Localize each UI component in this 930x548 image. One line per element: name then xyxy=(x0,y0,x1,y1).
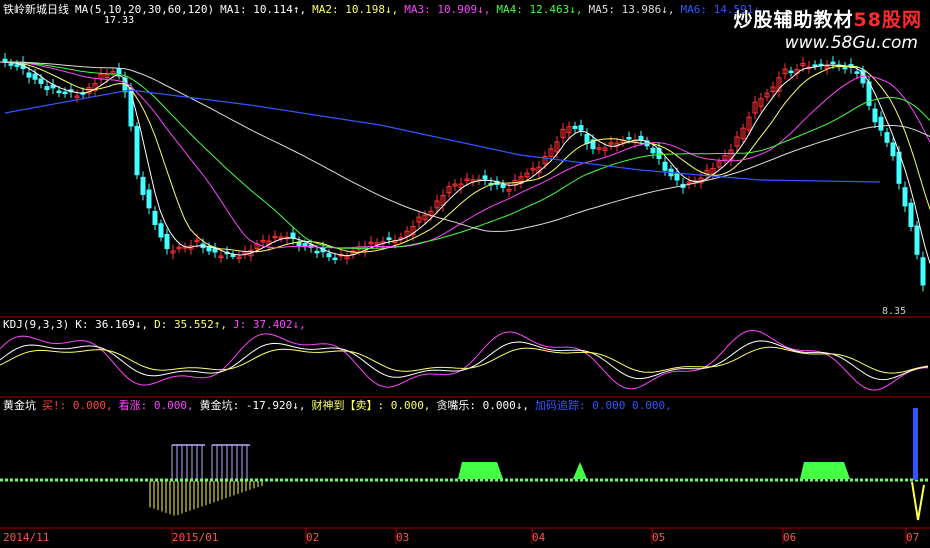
kdj-j-line xyxy=(0,329,929,391)
watermark-url: www.58Gu.com xyxy=(784,33,918,53)
indicator-values: 买!: 0.000, 看涨: 0.000, 黄金坑: -17.920↓, 财神到【卖】… xyxy=(42,399,678,412)
candle-body xyxy=(332,257,338,261)
candle-body xyxy=(134,126,140,176)
candle-body xyxy=(386,237,392,240)
ma-item-4: MA5: 13.986↓, xyxy=(588,3,675,16)
stock-chart-canvas[interactable]: 铁岭新城日线 MA(5,10,20,30,60,120) MA1: 10.114↑,… xyxy=(0,0,930,544)
candle-body xyxy=(230,254,236,257)
candle-body xyxy=(674,173,680,181)
sell-signal-block xyxy=(458,462,503,479)
candle-body xyxy=(14,64,20,67)
chart-svg[interactable] xyxy=(0,0,930,544)
candle-body xyxy=(914,225,920,255)
low-price-marker: 8.35 xyxy=(882,306,907,317)
candle-body xyxy=(482,175,488,180)
indicator-item-1: 看涨: 0.000, xyxy=(118,399,194,412)
x-axis-label: 07 xyxy=(906,531,920,544)
candle-body xyxy=(44,86,50,91)
kdj-item-2: J: 37.402↓, xyxy=(232,318,306,331)
candle-body xyxy=(290,232,296,239)
candle-body xyxy=(152,210,158,225)
candle-body xyxy=(890,142,896,157)
candle-body xyxy=(572,125,578,129)
candle-body xyxy=(296,241,302,246)
candle-body xyxy=(854,71,860,74)
candle-body xyxy=(626,137,632,140)
candle-body xyxy=(140,176,146,195)
candle-body xyxy=(116,68,122,75)
kdj-d-line xyxy=(0,346,929,374)
candle-body xyxy=(788,70,794,74)
ma-params: MA(5,10,20,30,60,120) xyxy=(75,3,215,16)
x-axis-label: 2015/01 xyxy=(172,531,219,544)
candle-body xyxy=(584,134,590,144)
candle-body xyxy=(32,73,38,80)
kdj-item-0: K: 36.169↓, xyxy=(75,318,149,331)
x-axis-label: 05 xyxy=(652,531,666,544)
golden-pit-tail xyxy=(911,481,925,521)
ma-item-2: MA3: 10.909↓, xyxy=(404,3,491,16)
candle-body xyxy=(164,233,170,250)
candle-body xyxy=(158,223,164,238)
candle-body xyxy=(884,132,890,143)
kdj-k-line xyxy=(0,340,929,381)
kdj-values: K: 36.169↓, D: 35.552↑, J: 37.402↓, xyxy=(75,318,312,331)
candle-body xyxy=(56,90,62,94)
high-price-marker: 17.33 xyxy=(104,15,135,26)
kdj-header: KDJ(9,3,3) K: 36.169↓, D: 35.552↑, J: 37.40… xyxy=(3,318,318,331)
x-axis-label: 02 xyxy=(306,531,320,544)
ma-values: MA1: 10.114↑, MA2: 10.198↓, MA3: 10.909↓, M… xyxy=(220,3,773,16)
candle-body xyxy=(650,147,656,154)
sell-signal-block xyxy=(573,462,587,479)
candle-body xyxy=(908,202,914,228)
x-axis-label: 2014/11 xyxy=(3,531,50,544)
kdj-item-1: D: 35.552↑, xyxy=(154,318,227,331)
x-axis-label: 04 xyxy=(532,531,546,544)
indicator-title: 黄金坑 xyxy=(3,399,36,412)
candle-body xyxy=(902,187,908,207)
candle-body xyxy=(842,66,848,70)
candle-body xyxy=(638,135,644,141)
x-axis-label: 03 xyxy=(396,531,410,544)
indicator-item-2: 黄金坑: -17.920↓, xyxy=(199,399,306,412)
tracking-signal-bar xyxy=(913,408,918,480)
candle-body xyxy=(830,61,836,65)
candle-body xyxy=(38,78,44,84)
candle-body xyxy=(920,257,926,286)
candle-body xyxy=(2,58,8,62)
indicator-item-5: 加码追踪: 0.000 0.000, xyxy=(535,399,672,412)
candle-body xyxy=(26,72,32,78)
indicator-item-4: 贪嘴乐: 0.000↓, xyxy=(436,399,530,412)
watermark-logo: 炒股辅助教材58股网 xyxy=(733,9,922,31)
ma-item-1: MA2: 10.198↓, xyxy=(312,3,399,16)
candle-body xyxy=(878,116,884,131)
kdj-title: KDJ(9,3,3) xyxy=(3,318,70,331)
sell-signal-block xyxy=(800,462,850,479)
x-axis-label: 06 xyxy=(783,531,797,544)
ma-item-0: MA1: 10.114↑, xyxy=(220,3,307,16)
candle-body xyxy=(62,91,68,95)
indicator-header: 黄金坑 买!: 0.000, 看涨: 0.000, 黄金坑: -17.920↓, 财神到… xyxy=(3,399,684,412)
candle-body xyxy=(662,161,668,171)
candle-body xyxy=(146,189,152,209)
candle-body xyxy=(872,108,878,123)
candle-body xyxy=(8,63,14,66)
ma-item-3: MA4: 12.463↓, xyxy=(496,3,583,16)
indicator-item-3: 财神到【卖】: 0.000, xyxy=(311,399,431,412)
indicator-item-0: 买!: 0.000, xyxy=(42,399,113,412)
candle-body xyxy=(314,250,320,254)
candle-body xyxy=(326,253,332,258)
candle-body xyxy=(812,64,818,67)
candle-body xyxy=(578,125,584,131)
stock-title: 铁岭新城日线 xyxy=(3,3,69,16)
